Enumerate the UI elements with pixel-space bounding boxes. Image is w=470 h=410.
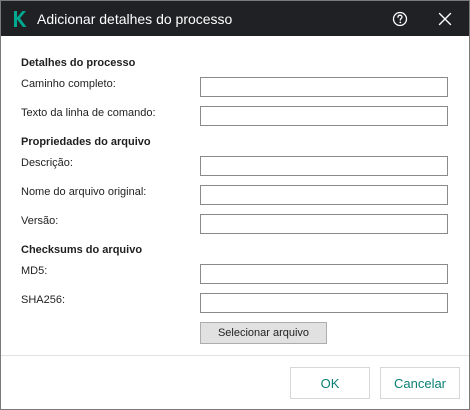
version-label: Versão: [21,215,59,227]
dialog-window: Adicionar detalhes do processo Detalhes … [0,0,470,410]
cancel-button[interactable]: Cancelar [380,367,460,399]
file-properties-heading: Propriedades do arquivo [21,136,151,148]
sha256-label: SHA256: [21,294,66,306]
md5-label: MD5: [21,265,48,277]
description-input[interactable] [200,156,448,176]
ok-button[interactable]: OK [290,367,370,399]
help-button[interactable] [390,9,410,29]
title-bar: Adicionar detalhes do processo [1,1,469,36]
full-path-input[interactable] [200,77,448,97]
sha256-input[interactable] [200,293,448,313]
md5-input[interactable] [200,264,448,284]
kaspersky-logo-icon [13,10,27,28]
checksums-heading: Checksums do arquivo [21,244,143,256]
close-icon [438,12,452,26]
dialog-title: Adicionar detalhes do processo [37,11,233,27]
footer-divider [1,355,469,356]
select-file-button[interactable]: Selecionar arquivo [200,322,327,344]
version-input[interactable] [200,214,448,234]
process-details-heading: Detalhes do processo [21,57,136,69]
help-icon [392,11,408,27]
command-line-label: Texto da linha de comando: [21,107,156,119]
original-name-label: Nome do arquivo original: [21,186,147,198]
close-button[interactable] [435,9,455,29]
original-name-input[interactable] [200,185,448,205]
description-label: Descrição: [21,157,73,169]
command-line-input[interactable] [200,106,448,126]
full-path-label: Caminho completo: [21,78,116,90]
